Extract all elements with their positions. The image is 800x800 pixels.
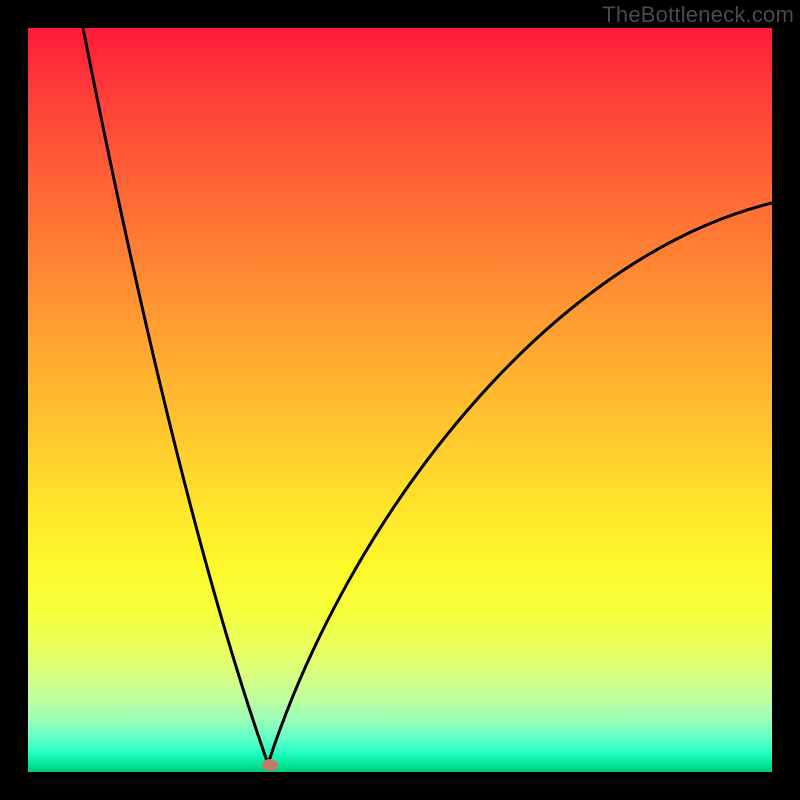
minimum-marker [262,759,278,771]
curve-layer [28,28,772,772]
plot-area [28,28,772,772]
curve-left-branch [83,28,268,764]
chart-frame: TheBottleneck.com [0,0,800,800]
curve-right-branch [268,203,772,764]
watermark-text: TheBottleneck.com [602,2,794,28]
